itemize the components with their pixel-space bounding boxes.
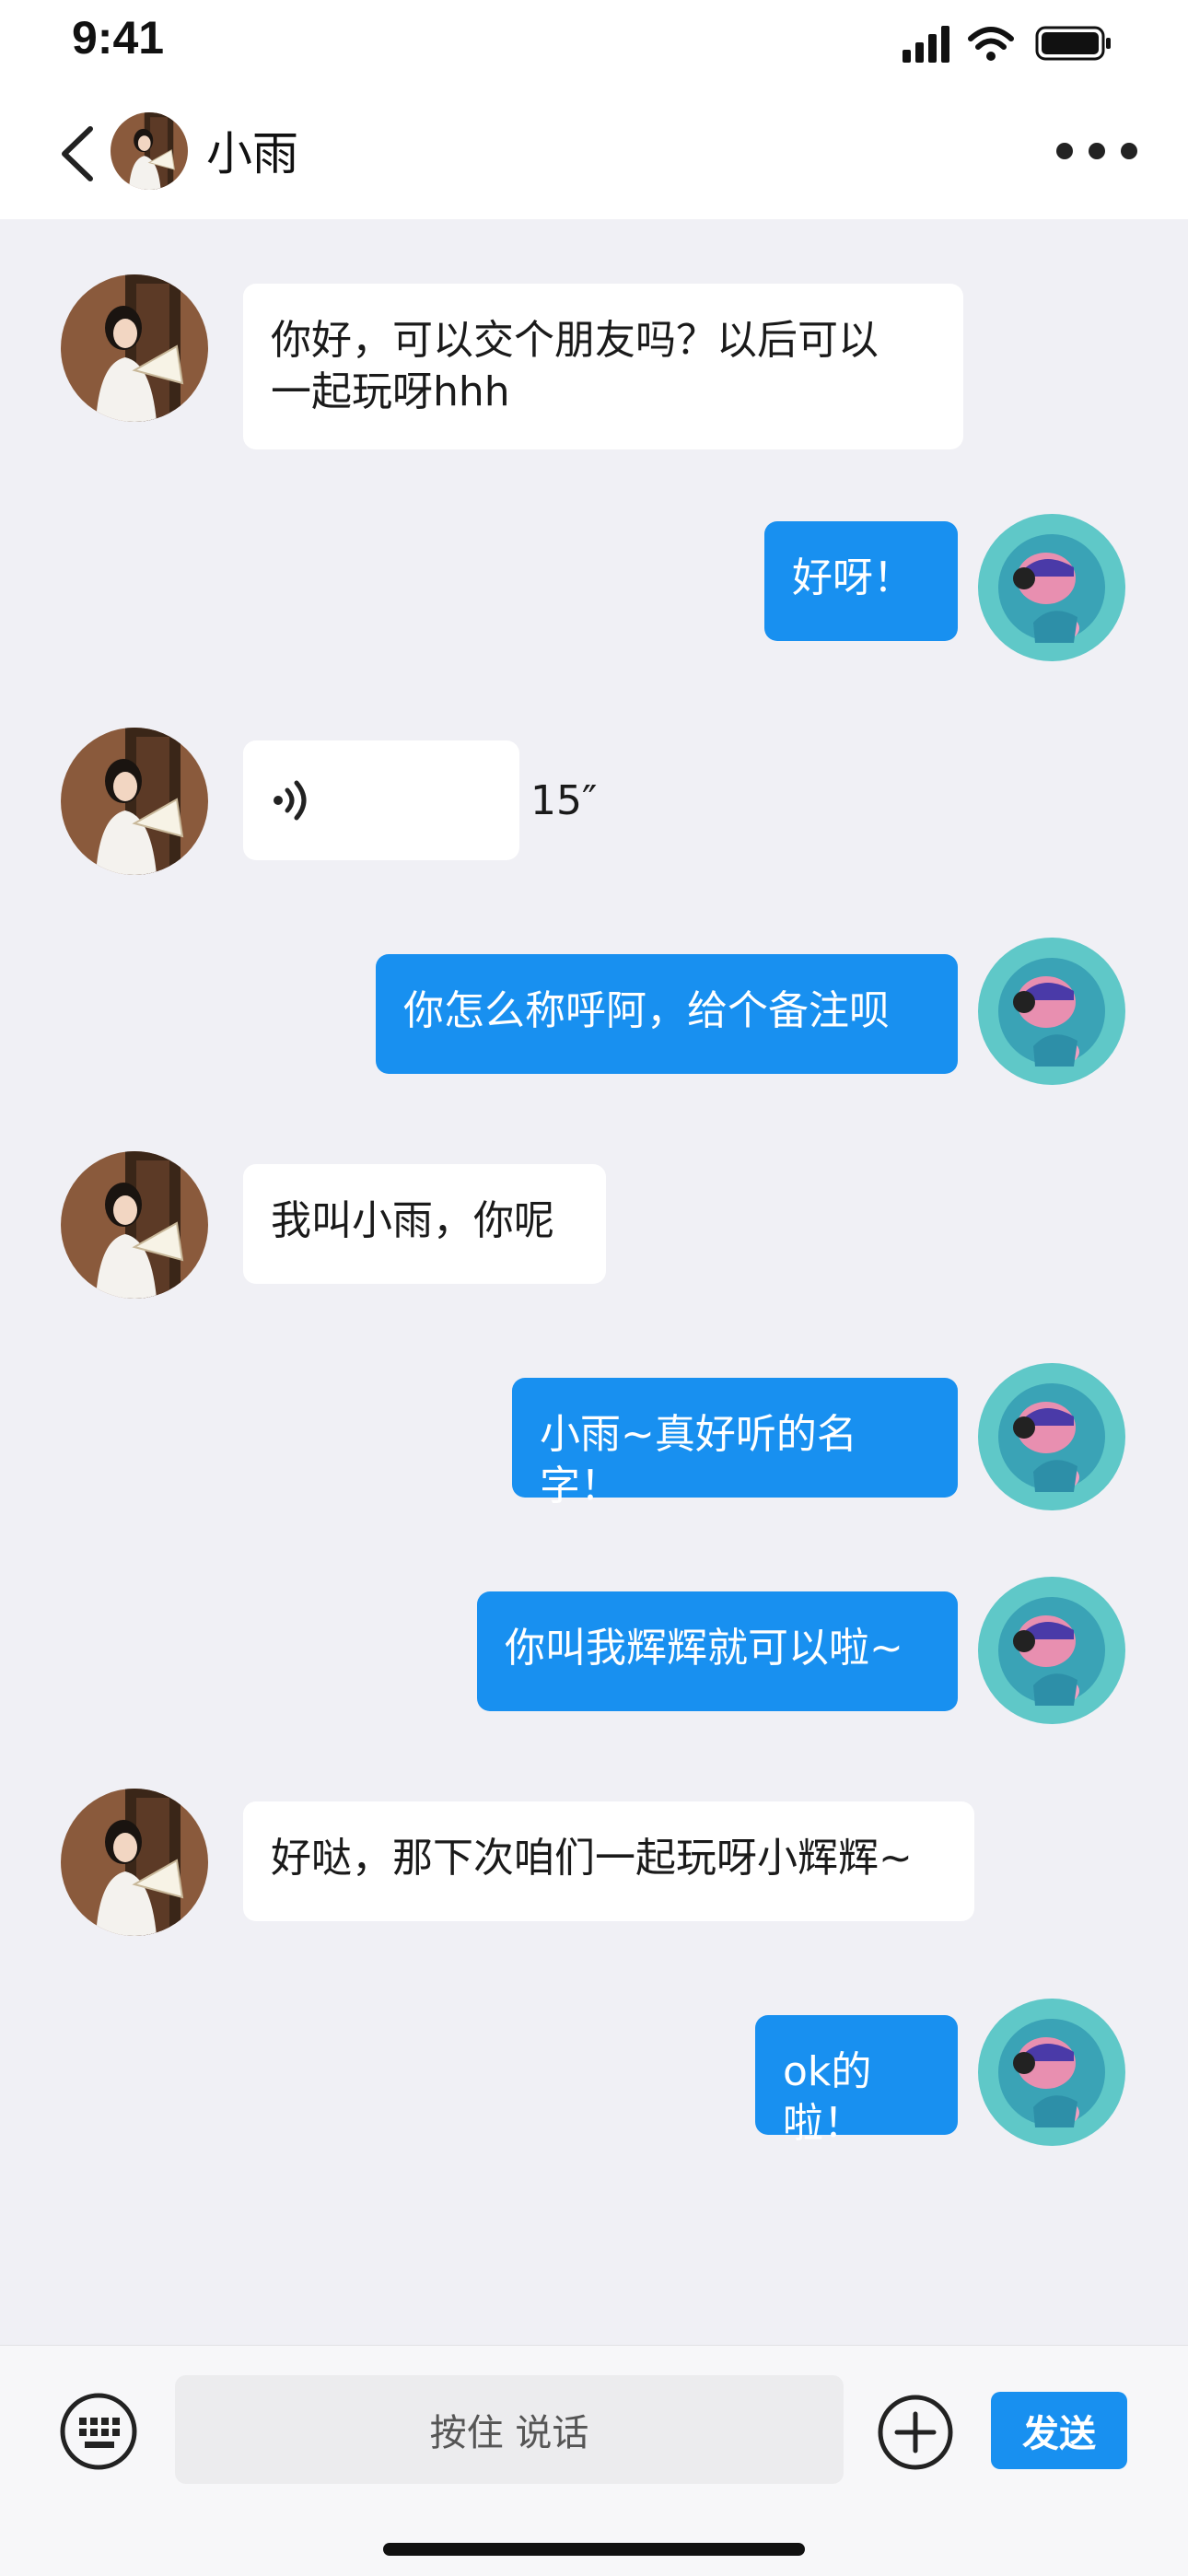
message-bubble-sent[interactable]: 好呀！ bbox=[764, 521, 958, 641]
message-row: 你怎么称呼阿，给个备注呗 bbox=[0, 938, 1188, 1094]
avatar-girl[interactable] bbox=[61, 1151, 208, 1299]
home-indicator bbox=[383, 2543, 805, 2556]
message-row: 我叫小雨，你呢 bbox=[0, 1151, 1188, 1308]
message-row: 小雨~真好听的名字！ bbox=[0, 1363, 1188, 1520]
chevron-left-icon[interactable] bbox=[52, 122, 107, 186]
message-bubble-received[interactable]: 你好，可以交个朋友吗？以后可以 一起玩呀hhh bbox=[243, 284, 963, 449]
keyboard-icon[interactable] bbox=[59, 2392, 138, 2471]
send-button[interactable]: 发送 bbox=[991, 2392, 1127, 2469]
message-bubble-received[interactable]: 我叫小雨，你呢 bbox=[243, 1164, 606, 1284]
contact-avatar[interactable] bbox=[111, 112, 188, 190]
message-row: 好哒，那下次咱们一起玩呀小辉辉~ bbox=[0, 1789, 1188, 1945]
avatar-girl[interactable] bbox=[61, 1789, 208, 1936]
avatar-cartoon[interactable] bbox=[978, 938, 1125, 1085]
message-row: 你好，可以交个朋友吗？以后可以 一起玩呀hhh bbox=[0, 274, 1188, 449]
voice-message-bubble[interactable] bbox=[243, 740, 519, 860]
chat-header: 小雨 bbox=[0, 92, 1188, 219]
voice-duration: 15″ bbox=[530, 777, 598, 824]
message-row: 好呀！ bbox=[0, 514, 1188, 670]
message-bubble-sent[interactable]: 你怎么称呼阿，给个备注呗 bbox=[376, 954, 958, 1074]
avatar-cartoon[interactable] bbox=[978, 514, 1125, 661]
status-bar: 9:41 bbox=[0, 0, 1188, 92]
input-bar: 按住 说话 发送 bbox=[0, 2345, 1188, 2576]
contact-name: 小雨 bbox=[206, 127, 298, 181]
message-bubble-sent[interactable]: ok的啦！ bbox=[755, 2015, 958, 2147]
signal-icon bbox=[903, 26, 949, 63]
message-bubble-sent[interactable]: 小雨~真好听的名字！ bbox=[512, 1378, 958, 1509]
hold-to-talk-button[interactable]: 按住 说话 bbox=[175, 2375, 844, 2484]
message-bubble-sent[interactable]: 你叫我辉辉就可以啦~ bbox=[477, 1591, 958, 1711]
message-row: 你叫我辉辉就可以啦~ bbox=[0, 1577, 1188, 1733]
more-dots-icon[interactable] bbox=[1055, 133, 1138, 169]
avatar-girl[interactable] bbox=[61, 274, 208, 422]
battery-icon bbox=[1035, 26, 1111, 61]
avatar-girl[interactable] bbox=[61, 728, 208, 875]
avatar-cartoon[interactable] bbox=[978, 1999, 1125, 2146]
status-time: 9:41 bbox=[72, 12, 165, 64]
message-bubble-received[interactable]: 好哒，那下次咱们一起玩呀小辉辉~ bbox=[243, 1801, 974, 1921]
wifi-icon bbox=[968, 27, 1014, 61]
status-icons bbox=[903, 26, 1111, 63]
chat-messages[interactable]: 你好，可以交个朋友吗？以后可以 一起玩呀hhh 好呀！ 15″ 你怎么称呼阿，给… bbox=[0, 219, 1188, 2345]
plus-circle-icon[interactable] bbox=[877, 2394, 954, 2471]
voice-wave-icon bbox=[274, 780, 307, 821]
avatar-cartoon[interactable] bbox=[978, 1363, 1125, 1510]
voice-message-row: 15″ bbox=[0, 728, 1188, 884]
message-row: ok的啦！ bbox=[0, 1999, 1188, 2155]
avatar-cartoon[interactable] bbox=[978, 1577, 1125, 1724]
